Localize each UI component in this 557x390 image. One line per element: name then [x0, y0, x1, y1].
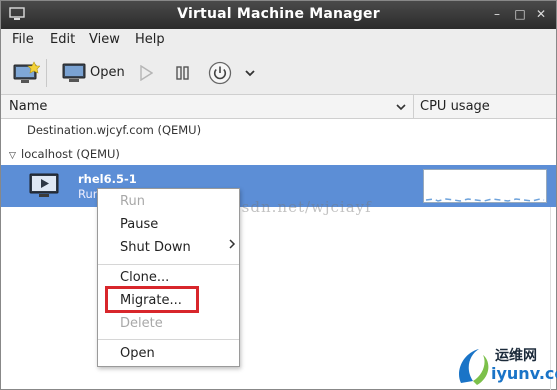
connection-row[interactable]: Destination.wjcyf.com (QEMU) [27, 123, 201, 137]
toolbar: Open [1, 51, 556, 95]
open-console-icon[interactable] [62, 63, 86, 83]
maximize-button[interactable]: □ [513, 6, 527, 22]
list-header: Name CPU usage [1, 95, 556, 119]
connection-row[interactable]: ▽ localhost (QEMU) [9, 147, 120, 161]
connection-label: localhost (QEMU) [21, 147, 120, 161]
column-header-cpu-usage[interactable]: CPU usage [420, 99, 490, 114]
column-divider[interactable] [413, 95, 414, 119]
menu-item-clone[interactable]: Clone... [120, 270, 169, 285]
menu-help[interactable]: Help [135, 32, 165, 47]
site-logo: 运维网 iyunv.com [453, 343, 557, 389]
window-title: Virtual Machine Manager [177, 6, 380, 22]
column-header-name[interactable]: Name [9, 99, 47, 114]
vm-name: rhel6.5-1 [78, 172, 137, 186]
vm-monitor-icon [29, 173, 59, 197]
logo-text-cn: 运维网 [495, 348, 537, 364]
logo-text-url: iyunv.com [491, 364, 557, 383]
submenu-arrow-icon [229, 239, 236, 249]
menu-item-run[interactable]: Run [120, 194, 145, 209]
menu-item-shut-down[interactable]: Shut Down [120, 240, 191, 255]
chevron-down-icon[interactable] [244, 68, 256, 78]
close-button[interactable]: ✕ [534, 6, 548, 22]
open-button[interactable]: Open [90, 65, 125, 80]
annotation-highlight-box [105, 286, 199, 313]
menu-separator [98, 339, 239, 340]
logo-swoosh-icon [459, 349, 489, 385]
menu-separator [98, 264, 239, 265]
menu-item-pause[interactable]: Pause [120, 217, 158, 232]
app-window: Virtual Machine Manager – □ ✕ File Edit … [0, 0, 557, 390]
menu-edit[interactable]: Edit [50, 32, 75, 47]
cpu-usage-graph [423, 169, 547, 203]
pause-icon[interactable] [175, 66, 191, 80]
expand-triangle-icon[interactable]: ▽ [9, 151, 21, 161]
shutdown-icon[interactable] [208, 61, 232, 85]
cpu-sparkline [425, 198, 545, 202]
chevron-down-icon[interactable] [395, 101, 407, 113]
run-icon[interactable] [139, 65, 153, 81]
menu-item-delete[interactable]: Delete [120, 316, 163, 331]
menu-view[interactable]: View [89, 32, 120, 47]
context-menu: Run Pause Shut Down Clone... Migrate... … [97, 188, 240, 367]
toolbar-separator [46, 59, 47, 87]
minimize-button[interactable]: – [490, 6, 504, 22]
new-vm-icon[interactable] [12, 61, 40, 85]
menu-item-open[interactable]: Open [120, 346, 155, 361]
title-bar: Virtual Machine Manager – □ ✕ [1, 1, 556, 29]
connection-label: Destination.wjcyf.com (QEMU) [27, 123, 202, 137]
menu-bar: File Edit View Help [1, 29, 556, 51]
menu-file[interactable]: File [12, 32, 34, 47]
